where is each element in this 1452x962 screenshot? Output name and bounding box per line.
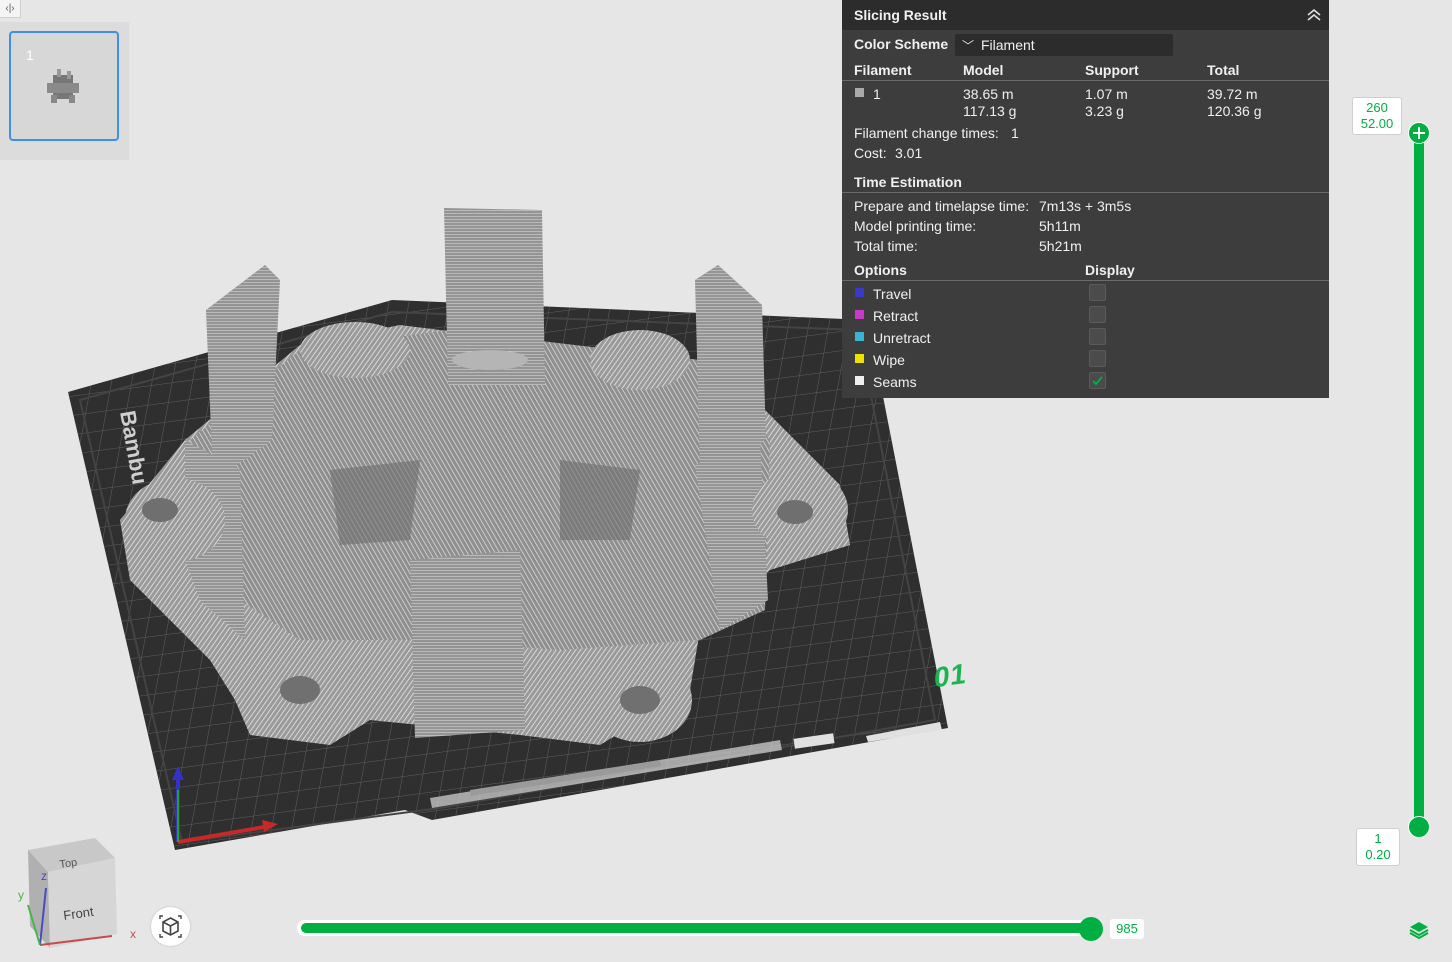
table-divider (842, 80, 1329, 81)
top-layer-number: 260 (1366, 100, 1388, 115)
view-cube[interactable]: Top Front x z y (18, 838, 136, 948)
column-header-model: Model (963, 62, 1004, 78)
seams-display-checkbox[interactable] (1089, 372, 1106, 389)
slicing-result-title: Slicing Result (854, 7, 947, 23)
total-length: 39.72 m (1207, 86, 1258, 102)
plate-number-marker: 01 (933, 657, 969, 694)
layer-slider-bottom-handle[interactable] (1408, 816, 1430, 838)
option-label-retract: Retract (873, 308, 919, 324)
model-length: 38.65 m (963, 86, 1014, 102)
bottom-layer-height: 0.20 (1365, 847, 1391, 862)
display-header: Display (1085, 262, 1135, 278)
move-slider-handle[interactable] (1079, 917, 1103, 941)
time-value-prepare: 7m13s + 3m5s (1039, 198, 1132, 214)
cost-label: Cost: (854, 145, 887, 161)
column-header-filament: Filament (854, 62, 912, 78)
options-divider (842, 280, 1329, 281)
support-length: 1.07 m (1085, 86, 1128, 102)
checkmark-icon (1092, 376, 1103, 386)
layer-slider-bottom-label: 1 0.20 (1356, 828, 1400, 866)
time-label-model: Model printing time: (854, 218, 977, 234)
retract-swatch (855, 310, 864, 319)
layer-slider-track[interactable] (1414, 133, 1424, 827)
color-scheme-dropdown[interactable]: ﹀ Filament (955, 34, 1173, 56)
color-scheme-label: Color Scheme (854, 36, 949, 52)
travel-swatch (855, 288, 864, 297)
travel-display-checkbox[interactable] (1089, 284, 1106, 301)
wipe-display-checkbox[interactable] (1089, 350, 1106, 367)
move-slider-fill (301, 923, 1091, 933)
cube-view-icon (159, 915, 182, 938)
option-label-wipe: Wipe (873, 352, 905, 368)
view-cube-x-label: x (130, 927, 136, 941)
layer-slider-top-label: 260 52.00 (1352, 97, 1402, 135)
view-cube-z-label: z (41, 869, 47, 883)
option-label-travel: Travel (873, 286, 912, 302)
layer-slider-top-handle[interactable] (1408, 122, 1430, 144)
support-weight: 3.23 g (1085, 103, 1124, 119)
bottom-layer-number: 1 (1374, 831, 1382, 846)
total-weight: 120.36 g (1207, 103, 1262, 119)
model-weight: 117.13 g (963, 103, 1017, 119)
slicing-result-header: Slicing Result (842, 0, 1329, 30)
reset-view-button[interactable] (151, 907, 190, 946)
layers-icon[interactable] (1408, 919, 1430, 941)
time-label-prepare: Prepare and timelapse time: (854, 198, 1030, 214)
view-cube-y-label: y (18, 888, 24, 902)
time-divider (842, 192, 1329, 193)
chevron-down-icon: ﹀ (961, 38, 974, 53)
seams-swatch (855, 376, 864, 385)
unretract-display-checkbox[interactable] (1089, 328, 1106, 345)
top-layer-height: 52.00 (1360, 116, 1394, 131)
filament-change-label: Filament change times: (854, 125, 999, 141)
move-slider-value: 985 (1110, 919, 1144, 939)
options-header: Options (854, 262, 907, 278)
time-label-total: Total time: (854, 238, 918, 254)
filament-swatch (855, 88, 864, 97)
cost-value: 3.01 (895, 145, 923, 161)
slicing-result-panel: Slicing Result Color Scheme ﹀ Filament F… (842, 0, 1329, 398)
wipe-swatch (855, 354, 864, 363)
unretract-swatch (855, 332, 864, 341)
plus-icon (1413, 127, 1425, 139)
option-label-unretract: Unretract (873, 330, 931, 346)
chevron-up-double-icon[interactable] (1305, 6, 1323, 24)
column-header-support: Support (1085, 62, 1139, 78)
time-value-total: 5h21m (1039, 238, 1082, 254)
filament-id: 1 (873, 86, 881, 102)
time-estimation-title: Time Estimation (854, 174, 962, 190)
color-scheme-value: Filament (981, 37, 1035, 53)
time-value-model: 5h11m (1039, 218, 1081, 234)
view-cube-top-label: Top (59, 857, 78, 871)
retract-display-checkbox[interactable] (1089, 306, 1106, 323)
column-header-total: Total (1207, 62, 1240, 78)
option-label-seams: Seams (873, 374, 917, 390)
filament-change-value: 1 (1011, 125, 1019, 141)
